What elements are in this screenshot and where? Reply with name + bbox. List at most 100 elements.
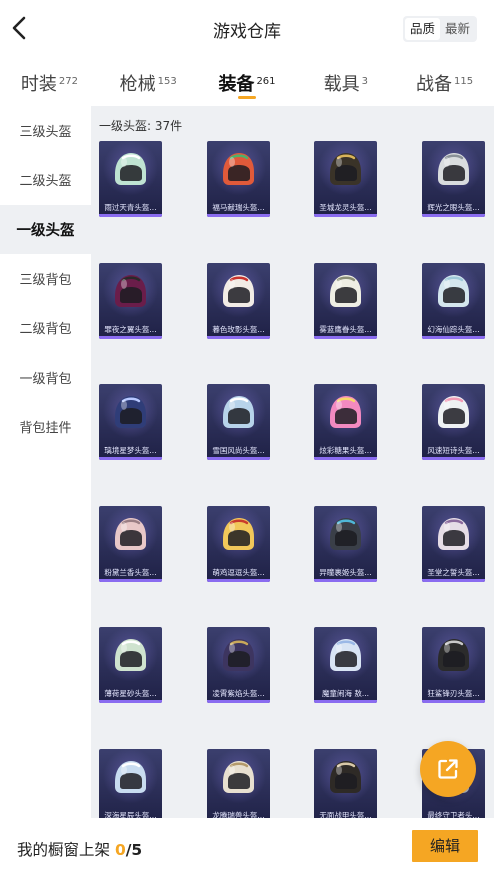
rarity-bar [314, 578, 377, 582]
item-name: 风速短诗头盔... [427, 446, 480, 455]
showcase-count: 0 [114, 841, 126, 859]
item-name: 辉光之眼头盔... [427, 203, 480, 212]
item-name: 凌霄紫焰头盔... [212, 689, 265, 698]
item-card[interactable]: 无面战甲头盔... [314, 748, 377, 818]
item-name: 粉黛兰香头盔... [104, 567, 157, 577]
item-card[interactable]: 深海星辰头盔... [99, 748, 162, 818]
item-card[interactable]: 圣堂之誓头盔... [422, 505, 485, 582]
showcase-status: 我的橱窗上架 0/5 [17, 838, 142, 860]
share-button[interactable] [420, 741, 476, 797]
item-name: 雾蓝鹰眷头盔... [319, 324, 372, 334]
helmet-icon [438, 153, 469, 185]
item-card[interactable]: 风速短诗头盔... [422, 384, 485, 460]
item-card[interactable]: 雪国风尚头盔... [207, 384, 270, 460]
subcategory-sidebar: 三级头盔 二级头盔 一级头盔 三级背包 二级背包 一级背包 背包挂件 [0, 106, 91, 818]
item-card[interactable]: 魔童闹海 敖... [314, 627, 377, 703]
rarity-bar [207, 335, 270, 339]
rarity-bar [314, 335, 377, 339]
helmet-icon [438, 517, 469, 550]
helmet-icon [115, 396, 146, 428]
tab-label: 载具 [323, 74, 360, 95]
tab-count: 272 [58, 75, 78, 87]
sidebar-item-level3-backpack[interactable]: 三级背包 [0, 254, 91, 303]
helmet-icon [115, 517, 146, 550]
rarity-bar [207, 578, 270, 582]
helmet-icon [115, 153, 146, 185]
item-name: 福马献瑞头盔... [212, 203, 265, 212]
item-card[interactable]: 璃境星梦头盔... [99, 384, 162, 460]
item-card[interactable]: 龙腾瑞兽头盔... [207, 748, 270, 818]
item-card[interactable]: 异瞳裹姬头盔... [314, 505, 377, 582]
sort-option-newest[interactable]: 最新 [440, 18, 475, 40]
helmet-icon [438, 396, 469, 428]
tab-label: 枪械 [119, 74, 156, 95]
rarity-bar [207, 214, 270, 217]
tab-supplies[interactable]: 战备 115 [395, 58, 494, 106]
tab-vehicles[interactable]: 载具 3 [296, 58, 395, 106]
sidebar-item-level2-helmet[interactable]: 二级头盔 [0, 155, 91, 204]
item-card[interactable]: 凌霄紫焰头盔... [207, 627, 270, 703]
rarity-bar [422, 214, 485, 217]
item-name: 雪国风尚头盔... [212, 446, 265, 455]
sidebar-item-level1-helmet[interactable]: 一级头盔 [0, 204, 91, 254]
item-name: 罪夜之翼头盔... [104, 324, 157, 334]
sort-option-quality[interactable]: 品质 [404, 18, 440, 40]
tab-outfit[interactable]: 时装 272 [0, 58, 99, 106]
rarity-bar [314, 214, 377, 217]
item-card[interactable]: 炫彩糖果头盔... [314, 384, 377, 460]
tab-label: 装备 [218, 74, 255, 95]
helmet-icon [438, 639, 469, 671]
sidebar-item-level3-helmet[interactable]: 三级头盔 [0, 106, 91, 155]
rarity-bar [314, 457, 377, 460]
rarity-bar [99, 335, 162, 339]
item-card[interactable]: 粉黛兰香头盔... [99, 505, 162, 582]
item-card[interactable]: 雾蓝鹰眷头盔... [314, 262, 377, 339]
tab-label: 时装 [20, 74, 57, 95]
item-card[interactable]: 幻海仙踪头盔... [422, 262, 485, 339]
item-card[interactable]: 雨过天青头盔... [99, 141, 162, 217]
sidebar-item-level2-backpack[interactable]: 二级背包 [0, 303, 91, 352]
rarity-bar [422, 457, 485, 460]
rarity-bar [422, 700, 485, 703]
item-card[interactable]: 暮色玫影头盔... [207, 262, 270, 339]
item-card[interactable]: 辉光之眼头盔... [422, 141, 485, 217]
item-card[interactable]: 罪夜之翼头盔... [99, 262, 162, 339]
edit-button[interactable]: 编辑 [412, 830, 478, 862]
item-card[interactable]: 萌鸡逗逗头盔... [207, 505, 270, 582]
section-title: 一级头盔: 37件 [99, 119, 183, 133]
active-tab-indicator [237, 96, 256, 99]
item-name: 萌鸡逗逗头盔... [212, 567, 265, 577]
share-out-icon [438, 759, 458, 779]
rarity-bar [99, 214, 162, 217]
item-name: 暮色玫影头盔... [212, 324, 265, 334]
helmet-icon [223, 396, 254, 428]
tab-count: 261 [256, 75, 276, 87]
item-card[interactable]: 狂鲨锋刃头盔... [422, 627, 485, 703]
rarity-bar [207, 457, 270, 460]
rarity-bar [99, 578, 162, 582]
rarity-bar [422, 335, 485, 339]
item-card[interactable]: 薄荷星砂头盔... [99, 627, 162, 703]
item-name: 异瞳裹姬头盔... [319, 567, 372, 577]
sidebar-item-backpack-charm[interactable]: 背包挂件 [0, 402, 91, 451]
helmet-icon [223, 274, 254, 307]
rarity-bar [207, 700, 270, 703]
helmet-icon [115, 274, 146, 307]
rarity-bar [314, 700, 377, 703]
tab-weapons[interactable]: 枪械 153 [99, 58, 198, 106]
tab-count: 115 [454, 75, 474, 87]
tab-label: 战备 [416, 74, 453, 95]
item-card[interactable]: 福马献瑞头盔... [207, 141, 270, 217]
item-name: 圣城龙灵头盔... [319, 203, 372, 212]
category-tabs: 时装 272 枪械 153 装备 261 载具 3 战备 115 [0, 58, 494, 106]
tab-equipment[interactable]: 装备 261 [198, 58, 297, 106]
item-name: 狂鲨锋刃头盔... [427, 689, 480, 698]
helmet-icon [330, 396, 361, 428]
item-card[interactable]: 圣城龙灵头盔... [314, 141, 377, 217]
sidebar-item-level1-backpack[interactable]: 一级背包 [0, 352, 91, 401]
helmet-icon [330, 153, 361, 185]
helmet-icon [330, 639, 361, 671]
sort-toggle: 品质 最新 [402, 16, 477, 42]
helmet-icon [223, 153, 254, 185]
top-bar: 游戏仓库 品质 最新 [0, 0, 494, 58]
